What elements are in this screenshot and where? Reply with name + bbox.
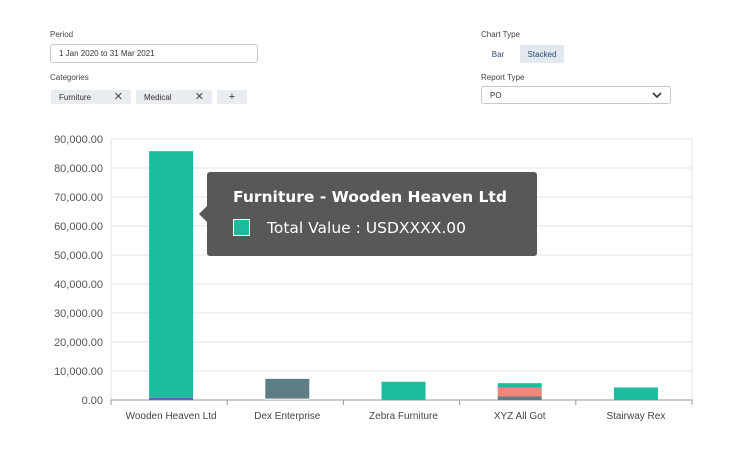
x-tick-label: Zebra Furniture (369, 411, 438, 422)
y-tick-label: 60,000.00 (54, 221, 103, 233)
tooltip-arrow (199, 206, 207, 222)
y-tick-label: 50,000.00 (54, 250, 103, 262)
y-tick-label: 70,000.00 (54, 192, 103, 204)
x-tick-label: Stairway Rex (606, 411, 665, 422)
tooltip-value: Total Value : USDXXXX.00 (267, 219, 467, 237)
tooltip-title: Furniture - Wooden Heaven Ltd (233, 188, 507, 206)
bar-segment (497, 387, 542, 397)
bar-segment (613, 387, 658, 400)
y-tick-label: 80,000.00 (54, 163, 103, 175)
bar-segment (149, 397, 194, 400)
chart-tooltip: Furniture - Wooden Heaven Ltd Total Valu… (199, 172, 537, 256)
x-tick-label: Dex Enterprise (254, 411, 321, 422)
bar-segment (265, 398, 310, 400)
bar-segment (497, 396, 542, 400)
bar-segment (265, 378, 310, 399)
y-tick-label: 40,000.00 (54, 279, 103, 291)
x-tick-label: Wooden Heaven Ltd (126, 411, 217, 422)
bar-segment (381, 381, 426, 400)
y-tick-label: 0.00 (82, 395, 103, 407)
y-tick-label: 10,000.00 (54, 366, 103, 378)
y-tick-label: 90,000.00 (54, 134, 103, 146)
bar-segment (149, 151, 194, 398)
y-tick-label: 20,000.00 (54, 337, 103, 349)
bar-segment (497, 383, 542, 388)
tooltip-swatch (233, 219, 250, 236)
y-tick-label: 30,000.00 (54, 308, 103, 320)
x-tick-label: XYZ All Got (494, 411, 546, 422)
